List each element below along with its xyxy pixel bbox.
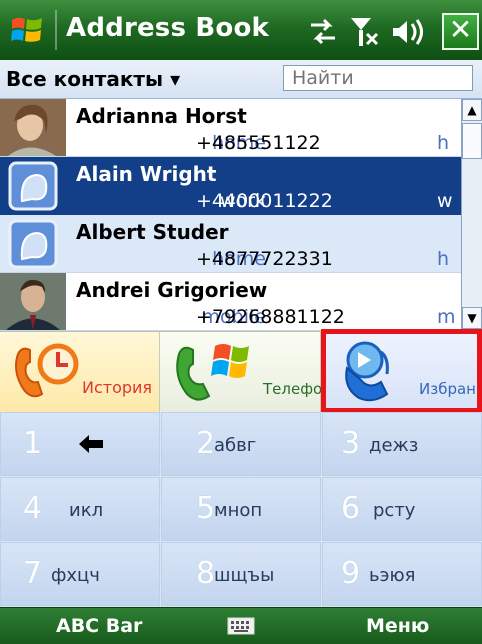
- contact-list[interactable]: Adrianna Horst home +485551122 h Alain W…: [0, 99, 461, 331]
- tab-history[interactable]: История: [0, 332, 160, 412]
- key-digit: 3: [341, 426, 361, 461]
- phone-number: +485551122: [196, 132, 321, 154]
- contact-row[interactable]: Andrei Grigoriew mobile +79268881122 m: [0, 273, 461, 331]
- history-icon: [15, 343, 79, 398]
- phone-number: +79268881122: [196, 306, 345, 328]
- key-digit: 4: [23, 491, 43, 526]
- contact-row-selected[interactable]: Alain Wright work +4400011222 w: [0, 157, 461, 215]
- scroll-up-icon[interactable]: ▲: [462, 99, 482, 121]
- list-scrollbar[interactable]: ▲ ▼: [461, 99, 482, 331]
- key-digit: 6: [341, 491, 361, 526]
- phone-number: +4400011222: [196, 190, 333, 212]
- key-digit: 1: [23, 426, 43, 461]
- key-2[interactable]: 2 абвг: [161, 412, 321, 476]
- signal-off-icon[interactable]: [351, 18, 379, 46]
- key-letters: рсту: [373, 500, 416, 521]
- key-1[interactable]: 1: [0, 412, 160, 476]
- key-7[interactable]: 7 фхцч: [0, 542, 160, 606]
- key-digit: 9: [341, 556, 361, 591]
- tab-history-label: История: [82, 378, 153, 397]
- key-digit: 5: [196, 491, 216, 526]
- key-digit: 2: [196, 426, 216, 461]
- filter-bar: Все контакты ▾: [0, 60, 482, 99]
- close-button[interactable]: ✕: [442, 13, 479, 50]
- key-letters: фхцч: [51, 565, 100, 586]
- key-letters: абвг: [214, 435, 257, 456]
- dial-pad: 1 2 абвг 3 дежз 4 икл 5 мноп 6 рсту 7 фх…: [0, 412, 482, 607]
- volume-icon[interactable]: [393, 19, 423, 45]
- key-letters: дежз: [369, 435, 419, 456]
- key-5[interactable]: 5 мноп: [161, 477, 321, 541]
- key-letters: шщъы: [214, 565, 275, 586]
- scroll-thumb[interactable]: [462, 123, 482, 159]
- contacts-filter-dropdown[interactable]: Все контакты ▾: [6, 67, 180, 91]
- contact-row[interactable]: Adrianna Horst home +485551122 h: [0, 99, 461, 157]
- phone-type-tag: h: [437, 132, 450, 154]
- window-title: Address Book: [66, 13, 270, 43]
- key-4[interactable]: 4 икл: [0, 477, 160, 541]
- title-separator: [55, 10, 57, 50]
- scroll-down-icon[interactable]: ▼: [462, 307, 482, 329]
- contact-photo: [0, 99, 66, 156]
- phone-number: +4877722331: [196, 248, 333, 270]
- windows-start-icon[interactable]: [10, 13, 46, 47]
- phone-type-tag: h: [437, 248, 450, 270]
- default-contact-icon: [8, 219, 58, 269]
- search-input[interactable]: [283, 65, 473, 91]
- contact-row[interactable]: Albert Studer home +4877722331 h: [0, 215, 461, 273]
- title-bar: Address Book ✕: [0, 0, 482, 62]
- key-digit: 7: [23, 556, 43, 591]
- phone-icon: [176, 344, 249, 401]
- key-6[interactable]: 6 рсту: [322, 477, 482, 541]
- default-contact-icon: [8, 161, 58, 211]
- phone-type-tag: m: [437, 306, 456, 328]
- key-3[interactable]: 3 дежз: [322, 412, 482, 476]
- connectivity-icon[interactable]: [311, 18, 335, 45]
- tab-phone[interactable]: Телефон: [161, 332, 332, 412]
- key-letters: мноп: [214, 500, 263, 521]
- backspace-icon: [79, 435, 103, 453]
- contact-name: Albert Studer: [76, 220, 229, 244]
- contact-name: Alain Wright: [76, 162, 217, 186]
- keyboard-icon[interactable]: [227, 617, 255, 635]
- softkey-left-abc-bar[interactable]: ABC Bar: [56, 615, 142, 637]
- key-digit: 8: [196, 556, 216, 591]
- key-letters: икл: [69, 500, 104, 521]
- softkey-menu[interactable]: Меню: [366, 615, 429, 637]
- contact-name: Adrianna Horst: [76, 104, 247, 128]
- contact-name: Andrei Grigoriew: [76, 278, 268, 302]
- favorites-highlight-box: [321, 329, 482, 413]
- softkey-bar: ABC Bar Меню: [0, 607, 482, 644]
- contact-photo: [0, 273, 66, 330]
- key-letters: ьэюя: [369, 565, 416, 586]
- key-8[interactable]: 8 шщъы: [161, 542, 321, 606]
- phone-type-tag: w: [437, 190, 453, 212]
- key-9[interactable]: 9 ьэюя: [322, 542, 482, 606]
